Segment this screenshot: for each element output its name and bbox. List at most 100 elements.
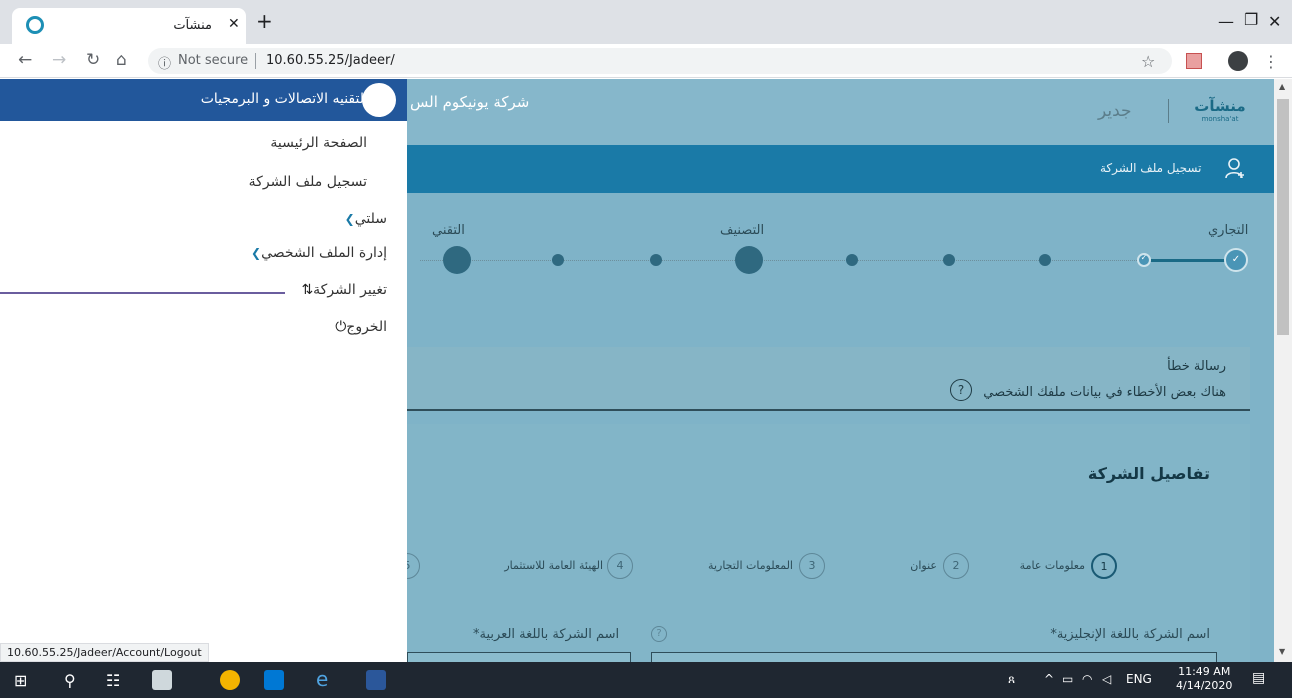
site-favicon-icon (26, 16, 44, 34)
step-label: المعلومات التجارية (708, 559, 793, 572)
info-icon[interactable]: ⓘ (158, 53, 171, 72)
reload-icon[interactable]: ↻ (86, 51, 100, 69)
company-name-en-input[interactable] (651, 652, 1217, 662)
pointer-annotation-line (0, 292, 285, 294)
wizard-step-address[interactable]: 2 عنوان (887, 553, 977, 581)
menu-item-label: تسجيل ملف الشركة (248, 174, 367, 190)
page-scrollbar[interactable]: ▲ ▼ (1274, 79, 1292, 662)
wifi-icon[interactable]: ◠ (1082, 672, 1092, 686)
step-dot-major[interactable] (735, 246, 763, 274)
step-number: 3 (799, 553, 825, 579)
card-title: تفاصيل الشركة (1087, 464, 1210, 483)
step-dot[interactable] (1039, 254, 1051, 266)
profile-avatar-icon[interactable] (1228, 51, 1248, 71)
minimize-icon[interactable]: — (1218, 12, 1234, 31)
scroll-up-icon[interactable]: ▲ (1279, 82, 1285, 91)
notifications-icon[interactable]: ▤ (1252, 670, 1265, 686)
bookmark-star-icon[interactable]: ☆ (1141, 52, 1155, 71)
language-indicator[interactable]: ENG (1126, 672, 1152, 686)
wizard-step-commercial[interactable]: 3 المعلومات التجارية (697, 553, 837, 581)
new-tab-button[interactable]: + (256, 11, 273, 31)
menu-item-label: الصفحة الرئيسية (270, 135, 367, 151)
task-view-icon[interactable]: ☷ (106, 671, 120, 690)
side-drawer: لتقنيه الاتصالات و البرمجيات الصفحة الرئ… (0, 79, 407, 662)
menu-item-cart[interactable]: سلتي❯ (337, 211, 387, 227)
brand-logo[interactable]: منشآت monsha'at (1188, 97, 1252, 123)
step-dot[interactable] (650, 254, 662, 266)
step-label: معلومات عامة (1019, 559, 1085, 572)
internet-explorer-icon[interactable]: e (316, 667, 328, 691)
forward-icon[interactable]: → (52, 51, 66, 69)
company-name: شركة يونيكوم الس (410, 93, 530, 111)
tab-title: منشآت (173, 18, 212, 33)
company-details-card: تفاصيل الشركة 1 معلومات عامة 2 عنوان 3 ا… (394, 424, 1250, 662)
menu-kebab-icon[interactable]: ⋮ (1263, 52, 1279, 71)
step-label-commercial: التجاري (1208, 223, 1249, 238)
wizard-step-general[interactable]: 1 معلومات عامة (1007, 553, 1147, 581)
logo-english: monsha'at (1201, 115, 1239, 123)
menu-item-register-company[interactable]: تسجيل ملف الشركة (249, 174, 367, 190)
outlook-icon[interactable] (264, 670, 284, 690)
step-label-technical: التقني (432, 223, 465, 238)
step-dot[interactable] (846, 254, 858, 266)
menu-item-home[interactable]: الصفحة الرئيسية (270, 135, 367, 151)
scroll-thumb[interactable] (1277, 99, 1289, 335)
tray-chevron-icon[interactable]: ^ (1044, 672, 1054, 686)
status-url-bubble: 10.60.55.25/Jadeer/Account/Logout (0, 643, 209, 662)
add-user-icon (1225, 158, 1244, 179)
restore-icon[interactable]: ❐ (1244, 10, 1258, 29)
browser-tabbar: منشآت ✕ + — ❐ ✕ (0, 0, 1292, 44)
company-name-en-label: اسم الشركة باللغة الإنجليزية* (1050, 627, 1210, 642)
stepper-track (420, 260, 1145, 261)
browser-tab[interactable]: منشآت ✕ (12, 8, 246, 44)
step-number: 4 (607, 553, 633, 579)
word-icon[interactable] (366, 670, 386, 690)
step-number: 1 (1091, 553, 1117, 579)
brand-name: جدير (1098, 101, 1132, 121)
security-label: Not secure (178, 53, 249, 68)
menu-item-profile[interactable]: إدارة الملف الشخصي❯ (243, 245, 387, 261)
battery-icon[interactable]: ▭ (1062, 672, 1073, 686)
user-avatar[interactable] (362, 83, 396, 117)
wizard-step-investment[interactable]: 4 الهيئة العامة للاستثمار (487, 553, 647, 581)
help-icon[interactable]: ? (651, 626, 667, 642)
url-text[interactable]: 10.60.55.25/Jadeer/ (266, 53, 395, 68)
switch-icon: ⇅ (301, 282, 314, 298)
menu-item-logout[interactable]: الخروج⏻ (329, 319, 387, 335)
menu-item-change-company[interactable]: تغيير الشركة⇅ (295, 282, 387, 298)
company-name-ar-label: اسم الشركة باللغة العربية* (473, 627, 620, 642)
taskbar-clock[interactable]: 11:49 AM 4/14/2020 (1176, 665, 1232, 693)
step-dot[interactable] (943, 254, 955, 266)
window-close-icon[interactable]: ✕ (1268, 12, 1281, 31)
address-bar[interactable]: ⓘ Not secure 10.60.55.25/Jadeer/ (148, 48, 1172, 74)
error-title: رسالة خطأ (1167, 359, 1226, 374)
help-icon[interactable]: ? (950, 379, 972, 401)
windows-start-icon[interactable]: ⊞ (14, 671, 27, 690)
step-dot-major[interactable] (443, 246, 471, 274)
chrome-icon[interactable] (220, 670, 240, 690)
home-icon[interactable]: ⌂ (116, 51, 127, 69)
omnibox-divider (255, 53, 256, 69)
scroll-down-icon[interactable]: ▼ (1279, 647, 1285, 656)
check-icon: ✓ (1231, 254, 1241, 265)
error-message-box: رسالة خطأ هناك بعض الأخطاء في بيانات ملف… (407, 347, 1250, 411)
pdf-extension-icon[interactable] (1186, 53, 1202, 69)
volume-icon[interactable]: ◁ (1102, 672, 1111, 686)
drawer-header: لتقنيه الاتصالات و البرمجيات (0, 79, 407, 121)
company-name-ar-input[interactable] (407, 652, 631, 662)
menu-item-label: إدارة الملف الشخصي (261, 245, 387, 261)
back-icon[interactable]: ← (18, 51, 32, 69)
section-label: تسجيل ملف الشركة (1100, 161, 1202, 175)
step-number: 2 (943, 553, 969, 579)
people-icon[interactable]: ጸ (1008, 672, 1015, 687)
search-icon[interactable]: ⚲ (64, 671, 76, 690)
power-icon: ⏻ (335, 319, 347, 335)
step-dot[interactable] (552, 254, 564, 266)
check-icon-small: ✓ (1140, 253, 1148, 262)
browser-toolbar: ← → ↻ ⌂ ⓘ Not secure 10.60.55.25/Jadeer/… (0, 44, 1292, 78)
stepper-progress (1145, 259, 1235, 262)
menu-item-label: الخروج (346, 319, 387, 335)
step-label-classification: التصنيف (720, 223, 765, 238)
terminal-app-icon[interactable] (152, 670, 172, 690)
tab-close-icon[interactable]: ✕ (228, 16, 240, 32)
